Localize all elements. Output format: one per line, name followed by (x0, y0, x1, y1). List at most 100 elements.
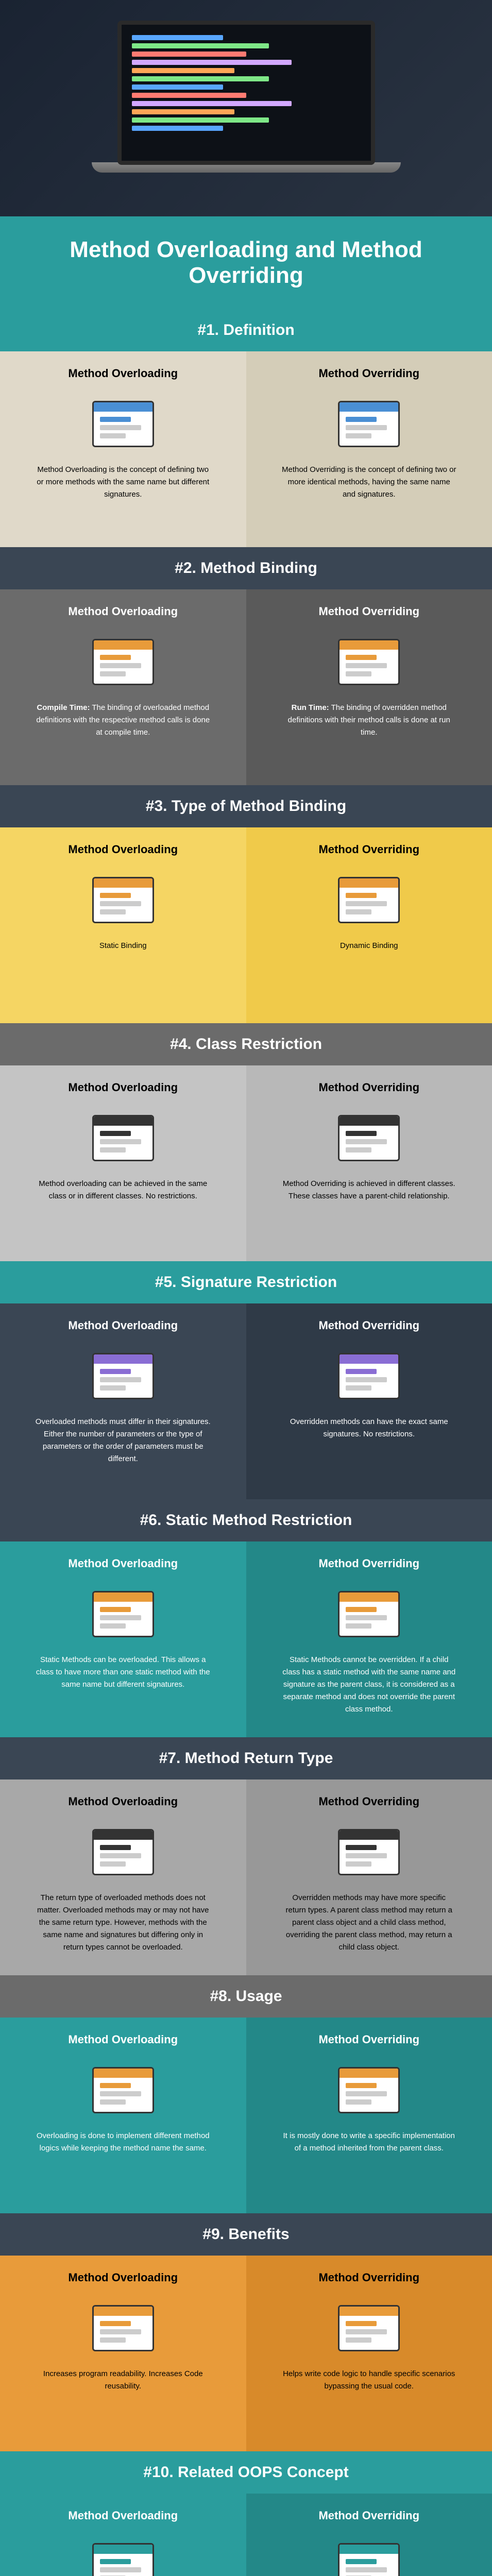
column-title: Method Overriding (318, 1319, 419, 1332)
left-column: Method Overloading Closely knit with pol… (0, 2494, 246, 2576)
card-icon (92, 1829, 154, 1875)
left-column: Method Overloading Method Overloading is… (0, 351, 246, 547)
left-column: Method Overloading Overloaded methods mu… (0, 1303, 246, 1499)
card-icon (92, 1591, 154, 1637)
card-icon (338, 1829, 400, 1875)
left-column: Method Overloading Static Binding (0, 827, 246, 1023)
column-title: Method Overriding (318, 2509, 419, 2522)
section-9: #9. Benefits Method Overloading Increase… (0, 2213, 492, 2451)
card-icon (338, 877, 400, 923)
left-column: Method Overloading Overloading is done t… (0, 2018, 246, 2213)
card-icon (92, 1353, 154, 1399)
page-title: Method Overloading and Method Overriding (10, 237, 482, 289)
card-icon (338, 1353, 400, 1399)
section-heading: #10. Related OOPS Concept (0, 2451, 492, 2494)
card-icon (92, 401, 154, 447)
column-title: Method Overloading (68, 1557, 178, 1570)
column-body: Helps write code logic to handle specifi… (281, 2368, 456, 2393)
left-column: Method Overloading The return type of ov… (0, 1780, 246, 1975)
column-body: Method Overriding is the concept of defi… (281, 464, 456, 501)
right-column: Method Overriding Dynamic Binding (246, 827, 492, 1023)
column-body: The return type of overloaded methods do… (36, 1892, 211, 1954)
section-heading: #7. Method Return Type (0, 1737, 492, 1780)
column-body: Dynamic Binding (340, 940, 398, 952)
right-column: Method Overriding Method Overriding is a… (246, 1065, 492, 1261)
section-heading: #8. Usage (0, 1975, 492, 2018)
column-title: Method Overloading (68, 1081, 178, 1094)
card-icon (338, 2305, 400, 2351)
column-title: Method Overloading (68, 843, 178, 856)
section-heading: #4. Class Restriction (0, 1023, 492, 1065)
column-body: Method overloading can be achieved in th… (36, 1178, 211, 1202)
card-icon (338, 1115, 400, 1161)
left-column: Method Overloading Compile Time: The bin… (0, 589, 246, 785)
column-title: Method Overriding (318, 1557, 419, 1570)
column-title: Method Overloading (68, 367, 178, 380)
card-icon (338, 401, 400, 447)
column-body: Increases program readability. Increases… (36, 2368, 211, 2393)
card-icon (338, 1591, 400, 1637)
right-column: Method Overriding Method Overriding is t… (246, 351, 492, 547)
card-icon (92, 877, 154, 923)
right-column: Method Overriding Closely knit with an i… (246, 2494, 492, 2576)
section-7: #7. Method Return Type Method Overloadin… (0, 1737, 492, 1975)
section-heading: #9. Benefits (0, 2213, 492, 2256)
section-heading: #3. Type of Method Binding (0, 785, 492, 827)
section-heading: #5. Signature Restriction (0, 1261, 492, 1303)
right-column: Method Overriding Overridden methods may… (246, 1780, 492, 1975)
section-heading: #6. Static Method Restriction (0, 1499, 492, 1541)
section-6: #6. Static Method Restriction Method Ove… (0, 1499, 492, 1737)
left-column: Method Overloading Static Methods can be… (0, 1541, 246, 1737)
card-icon (338, 2543, 400, 2576)
section-2: #2. Method Binding Method Overloading Co… (0, 547, 492, 785)
column-title: Method Overriding (318, 605, 419, 618)
column-title: Method Overriding (318, 2033, 419, 2046)
section-4: #4. Class Restriction Method Overloading… (0, 1023, 492, 1261)
column-title: Method Overloading (68, 605, 178, 618)
right-column: Method Overriding Run Time: The binding … (246, 589, 492, 785)
column-title: Method Overloading (68, 1795, 178, 1808)
left-column: Method Overloading Method overloading ca… (0, 1065, 246, 1261)
column-body: Static Methods can be overloaded. This a… (36, 1654, 211, 1691)
section-5: #5. Signature Restriction Method Overloa… (0, 1261, 492, 1499)
card-icon (92, 2543, 154, 2576)
section-1: #1. Definition Method Overloading Method… (0, 309, 492, 547)
column-title: Method Overriding (318, 1795, 419, 1808)
card-icon (92, 2305, 154, 2351)
section-heading: #1. Definition (0, 309, 492, 351)
card-icon (92, 639, 154, 685)
column-title: Method Overriding (318, 843, 419, 856)
column-title: Method Overriding (318, 1081, 419, 1094)
column-body: Overloading is done to implement differe… (36, 2130, 211, 2155)
column-body: Overloaded methods must differ in their … (36, 1416, 211, 1465)
column-body: Static Methods cannot be overridden. If … (281, 1654, 456, 1716)
section-heading: #2. Method Binding (0, 547, 492, 589)
right-column: Method Overriding Helps write code logic… (246, 2256, 492, 2451)
column-title: Method Overriding (318, 367, 419, 380)
section-8: #8. Usage Method Overloading Overloading… (0, 1975, 492, 2213)
card-icon (338, 639, 400, 685)
column-body: Overridden methods can have the exact sa… (281, 1416, 456, 1440)
column-title: Method Overriding (318, 2271, 419, 2284)
right-column: Method Overriding It is mostly done to w… (246, 2018, 492, 2213)
page-title-band: Method Overloading and Method Overriding (0, 216, 492, 309)
card-icon (92, 2067, 154, 2113)
right-column: Method Overriding Overridden methods can… (246, 1303, 492, 1499)
column-body: It is mostly done to write a specific im… (281, 2130, 456, 2155)
column-body: Overridden methods may have more specifi… (281, 1892, 456, 1954)
section-3: #3. Type of Method Binding Method Overlo… (0, 785, 492, 1023)
card-icon (92, 1115, 154, 1161)
hero-image (0, 0, 492, 216)
column-body: Method Overriding is achieved in differe… (281, 1178, 456, 1202)
column-title: Method Overloading (68, 2033, 178, 2046)
column-body: Run Time: The binding of overridden meth… (281, 702, 456, 739)
card-icon (338, 2067, 400, 2113)
column-title: Method Overloading (68, 2271, 178, 2284)
left-column: Method Overloading Increases program rea… (0, 2256, 246, 2451)
column-body: Method Overloading is the concept of def… (36, 464, 211, 501)
column-body: Compile Time: The binding of overloaded … (36, 702, 211, 739)
section-10: #10. Related OOPS Concept Method Overloa… (0, 2451, 492, 2576)
right-column: Method Overriding Static Methods cannot … (246, 1541, 492, 1737)
column-body: Static Binding (99, 940, 147, 952)
column-title: Method Overloading (68, 2509, 178, 2522)
